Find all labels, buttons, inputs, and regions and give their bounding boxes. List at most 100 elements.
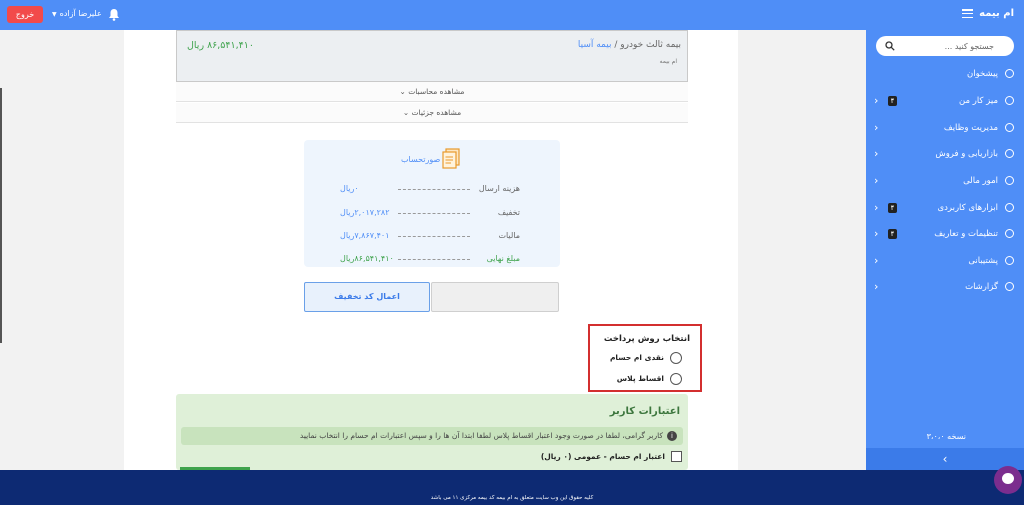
scrollbar[interactable]: [0, 88, 2, 343]
payment-option-installments[interactable]: اقساط پلاس: [602, 372, 682, 386]
sidebar-item-label: گزارشات: [965, 282, 998, 292]
chevron-left-icon: ‹: [874, 201, 879, 214]
chevron-down-icon: ⌄: [402, 108, 410, 117]
version-label: نسخه ۳،۰،۰: [926, 432, 966, 441]
credit-title: اعتبارات کاربر: [609, 406, 680, 417]
sidebar-item-finance[interactable]: امور مالی ‹: [866, 170, 1024, 192]
chevron-left-icon: ‹: [874, 174, 879, 187]
chevron-left-icon: ‹: [874, 254, 879, 267]
chevron-left-icon: ‹: [874, 121, 879, 134]
circle-icon: [1005, 256, 1014, 265]
user-name: علیرضا آزاده: [59, 9, 102, 18]
invoice-row: تخفیف ۲,۰۱۷,۲۸۲ریال: [340, 208, 520, 220]
credit-info-alert: i کاربر گرامی، لطفا در صورت وجود اعتبار …: [181, 427, 683, 445]
circle-icon: [1005, 69, 1014, 78]
circle-icon: [1005, 282, 1014, 291]
count-badge: ۴: [888, 96, 897, 106]
toggle-label: مشاهده جزئیات: [411, 108, 462, 117]
invoice-row-label: تخفیف: [497, 208, 520, 217]
sidebar-item-tools[interactable]: ابزارهای کاربردی ۴ ‹: [866, 197, 1024, 219]
quote-price: ۸۶,۵۴۱,۴۱۰ ریال: [187, 40, 254, 51]
apply-discount-button[interactable]: اعمال کد تخفیف: [304, 282, 430, 312]
show-details-toggle[interactable]: مشاهده جزئیات ⌄: [176, 103, 688, 123]
sidebar-item-my-desk[interactable]: میز کار من ۴ ‹: [866, 90, 1024, 112]
radio-button[interactable]: [670, 373, 682, 385]
chevron-left-icon: ‹: [874, 280, 879, 293]
chat-support-button[interactable]: [994, 466, 1022, 494]
invoice-icon: [442, 148, 460, 169]
invoice-row-label: مبلغ نهایی: [486, 254, 520, 263]
chevron-left-icon: ‹: [874, 94, 879, 107]
top-bar: خروج علیرضا آزاده▼ ام بیمه: [0, 0, 1024, 30]
circle-icon: [1005, 96, 1014, 105]
count-badge: ۴: [888, 229, 897, 239]
show-calculations-toggle[interactable]: مشاهده محاسبات ⌄: [176, 82, 688, 102]
product-name: بیمه ثالث خودرو: [620, 40, 681, 50]
invoice-row: مالیات ۷,۸۶۷,۴۰۱ریال: [340, 231, 520, 243]
chevron-left-icon: ‹: [874, 227, 879, 240]
sidebar-item-label: پیشخوان: [967, 69, 998, 79]
invoice-card: صورتحساب هزینه ارسال ۰ریال تخفیف ۲,۰۱۷,۲…: [304, 140, 560, 267]
sidebar-item-support[interactable]: پشتیبانی ‹: [866, 250, 1024, 272]
search-icon[interactable]: [885, 41, 895, 51]
dashed-divider: [398, 213, 470, 214]
invoice-title: صورتحساب: [401, 155, 441, 164]
sidebar-item-tasks[interactable]: مدیریت وظایف ‹: [866, 117, 1024, 139]
sidebar-item-dashboard[interactable]: پیشخوان: [866, 63, 1024, 85]
sidebar-item-settings[interactable]: تنظیمات و تعاریف ۴ ‹: [866, 223, 1024, 245]
exit-button[interactable]: خروج: [7, 6, 43, 23]
chat-icon: [1002, 473, 1014, 484]
credit-checkbox-label: اعتبار ام حسام - عمومی (۰ ریال): [540, 452, 665, 461]
payment-option-label: نقدی ام حسام: [609, 353, 664, 362]
invoice-row: هزینه ارسال ۰ریال: [340, 184, 520, 196]
quote-card: ۸۶,۵۴۱,۴۱۰ ریال بیمه ثالث خودرو / بیمه آ…: [176, 30, 688, 82]
sidebar-item-label: تنظیمات و تعاریف: [934, 229, 998, 239]
circle-icon: [1005, 123, 1014, 132]
invoice-row-label: هزینه ارسال: [478, 184, 520, 193]
radio-button[interactable]: [670, 352, 682, 364]
bell-icon[interactable]: [108, 8, 120, 21]
sidebar-item-label: میز کار من: [959, 96, 998, 106]
sidebar-search: [876, 36, 1014, 56]
invoice-row-total: مبلغ نهایی ۸۶,۵۴۱,۴۱۰ریال: [340, 254, 520, 266]
sidebar-item-label: امور مالی: [963, 176, 998, 186]
invoice-row-label: مالیات: [498, 231, 520, 240]
sidebar-item-label: مدیریت وظایف: [943, 123, 998, 133]
sidebar-item-reports[interactable]: گزارشات ‹: [866, 276, 1024, 298]
breadcrumb-separator: /: [614, 40, 618, 50]
checkbox[interactable]: [671, 451, 682, 462]
invoice-row-value: ۸۶,۵۴۱,۴۱۰ریال: [340, 254, 394, 263]
dashed-divider: [398, 236, 470, 237]
quote-subtitle: ام بیمه: [659, 58, 677, 65]
quote-title: بیمه ثالث خودرو / بیمه آسیا: [578, 40, 681, 50]
toggle-label: مشاهده محاسبات: [408, 87, 465, 96]
circle-icon: [1005, 176, 1014, 185]
sidebar-item-label: بازاریابی و فروش: [935, 149, 998, 159]
brand: ام بیمه: [962, 8, 1014, 19]
user-menu[interactable]: علیرضا آزاده▼: [52, 9, 102, 18]
invoice-row-value: ۲,۰۱۷,۲۸۲ریال: [340, 208, 390, 217]
sidebar: پیشخوان میز کار من ۴ ‹ مدیریت وظایف ‹ با…: [866, 30, 1024, 470]
page-background: [0, 30, 124, 470]
caret-down-icon: ▼: [52, 11, 57, 18]
dashed-divider: [398, 259, 470, 260]
sidebar-item-marketing[interactable]: بازاریابی و فروش ‹: [866, 143, 1024, 165]
payment-option-label: اقساط پلاس: [616, 374, 664, 383]
discount-code-input[interactable]: [431, 282, 559, 312]
insurer-link[interactable]: بیمه آسیا: [578, 40, 612, 50]
brand-name: ام بیمه: [979, 8, 1014, 19]
payment-method-box: انتخاب روش پرداخت نقدی ام حسام اقساط پلا…: [588, 324, 702, 392]
chevron-left-icon: ‹: [874, 147, 879, 160]
payment-option-cash[interactable]: نقدی ام حسام: [602, 351, 682, 365]
user-credit-panel: اعتبارات کاربر i کاربر گرامی، لطفا در صو…: [176, 394, 688, 470]
footer-copyright: کلیه حقوق این وب سایت متعلق به ام بیمه ک…: [430, 495, 594, 501]
circle-icon: [1005, 149, 1014, 158]
info-icon: i: [667, 431, 677, 441]
sidebar-collapse-button[interactable]: ‹: [866, 448, 1024, 470]
credit-info-text: کاربر گرامی، لطفا در صورت وجود اعتبار اق…: [299, 431, 663, 440]
hamburger-menu-icon[interactable]: [962, 9, 974, 18]
chevron-down-icon: ⌄: [399, 87, 406, 96]
invoice-row-value: ۷,۸۶۷,۴۰۱ریال: [340, 231, 390, 240]
invoice-row-value: ۰ریال: [340, 184, 359, 193]
search-input[interactable]: [894, 39, 994, 53]
